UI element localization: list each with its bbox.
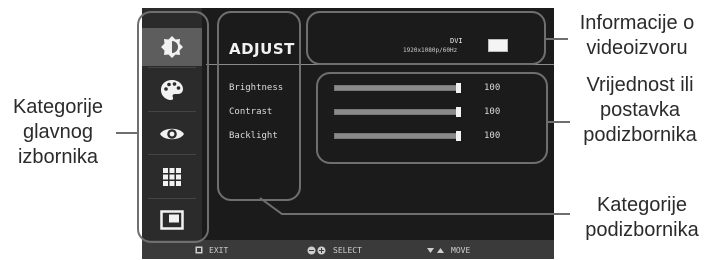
leader-line [259,197,570,215]
leader-line [548,121,570,123]
value-setting-outline [316,72,548,164]
select-buttons-icon [307,246,326,255]
main-category-outline [137,11,209,243]
exit-hint: EXIT [209,246,229,255]
submenu-categories-caption: Kategorije podizbornika [585,194,699,241]
leader-line [116,132,137,134]
submenu-category-outline [217,11,301,201]
move-hint: MOVE [451,246,471,255]
select-hint: SELECT [333,246,362,255]
value-setting-caption: Vrijednost ili postavka podizbornika [583,74,697,146]
move-arrows-icon [427,248,444,253]
exit-icon [195,246,203,254]
source-info-outline [306,11,546,65]
main-categories-caption: Kategorije glavnog izbornika [12,96,104,168]
leader-line [546,38,568,40]
source-info-caption: Informacije o videoizvoru [579,12,695,59]
